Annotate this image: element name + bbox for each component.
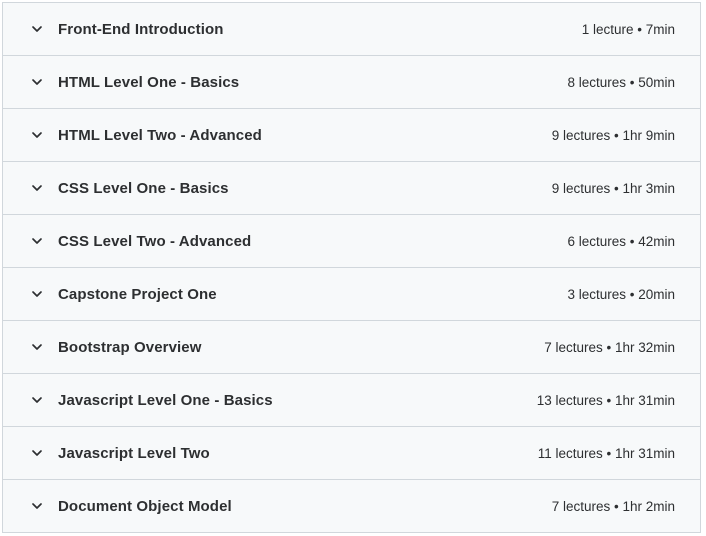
- chevron-down-icon: [30, 75, 44, 89]
- chevron-down-icon: [30, 287, 44, 301]
- section-row[interactable]: Javascript Level One - Basics 13 lecture…: [3, 374, 700, 427]
- chevron-down-icon: [30, 340, 44, 354]
- section-title: Bootstrap Overview: [58, 338, 202, 356]
- section-row[interactable]: HTML Level One - Basics 8 lectures • 50m…: [3, 56, 700, 109]
- section-row[interactable]: Front-End Introduction 1 lecture • 7min: [3, 3, 700, 56]
- section-title: Javascript Level One - Basics: [58, 391, 273, 409]
- section-title: Capstone Project One: [58, 285, 217, 303]
- section-row[interactable]: Bootstrap Overview 7 lectures • 1hr 32mi…: [3, 321, 700, 374]
- section-row[interactable]: CSS Level Two - Advanced 6 lectures • 42…: [3, 215, 700, 268]
- section-meta: 9 lectures • 1hr 9min: [551, 127, 675, 143]
- section-meta: 7 lectures • 1hr 32min: [544, 339, 675, 355]
- section-meta: 13 lectures • 1hr 31min: [536, 392, 675, 408]
- section-row[interactable]: Document Object Model 7 lectures • 1hr 2…: [3, 480, 700, 533]
- section-row[interactable]: Capstone Project One 3 lectures • 20min: [3, 268, 700, 321]
- section-title: CSS Level Two - Advanced: [58, 232, 252, 250]
- chevron-down-icon: [30, 128, 44, 142]
- section-title: HTML Level Two - Advanced: [58, 126, 262, 144]
- section-meta: 11 lectures • 1hr 31min: [537, 445, 675, 461]
- section-title: Front-End Introduction: [58, 20, 224, 38]
- section-row[interactable]: Javascript Level Two 11 lectures • 1hr 3…: [3, 427, 700, 480]
- section-meta: 9 lectures • 1hr 3min: [551, 180, 675, 196]
- chevron-down-icon: [30, 22, 44, 36]
- section-meta: 1 lecture • 7min: [581, 21, 675, 37]
- chevron-down-icon: [30, 181, 44, 195]
- section-row[interactable]: HTML Level Two - Advanced 9 lectures • 1…: [3, 109, 700, 162]
- section-title: Document Object Model: [58, 497, 232, 515]
- section-title: CSS Level One - Basics: [58, 179, 229, 197]
- chevron-down-icon: [30, 446, 44, 460]
- section-title: Javascript Level Two: [58, 444, 210, 462]
- section-meta: 7 lectures • 1hr 2min: [551, 498, 675, 514]
- course-curriculum: Front-End Introduction 1 lecture • 7min …: [2, 2, 701, 533]
- section-row[interactable]: CSS Level One - Basics 9 lectures • 1hr …: [3, 162, 700, 215]
- section-meta: 6 lectures • 42min: [567, 233, 675, 249]
- section-meta: 3 lectures • 20min: [567, 286, 675, 302]
- chevron-down-icon: [30, 234, 44, 248]
- section-meta: 8 lectures • 50min: [567, 74, 675, 90]
- chevron-down-icon: [30, 393, 44, 407]
- section-title: HTML Level One - Basics: [58, 73, 240, 91]
- chevron-down-icon: [30, 499, 44, 513]
